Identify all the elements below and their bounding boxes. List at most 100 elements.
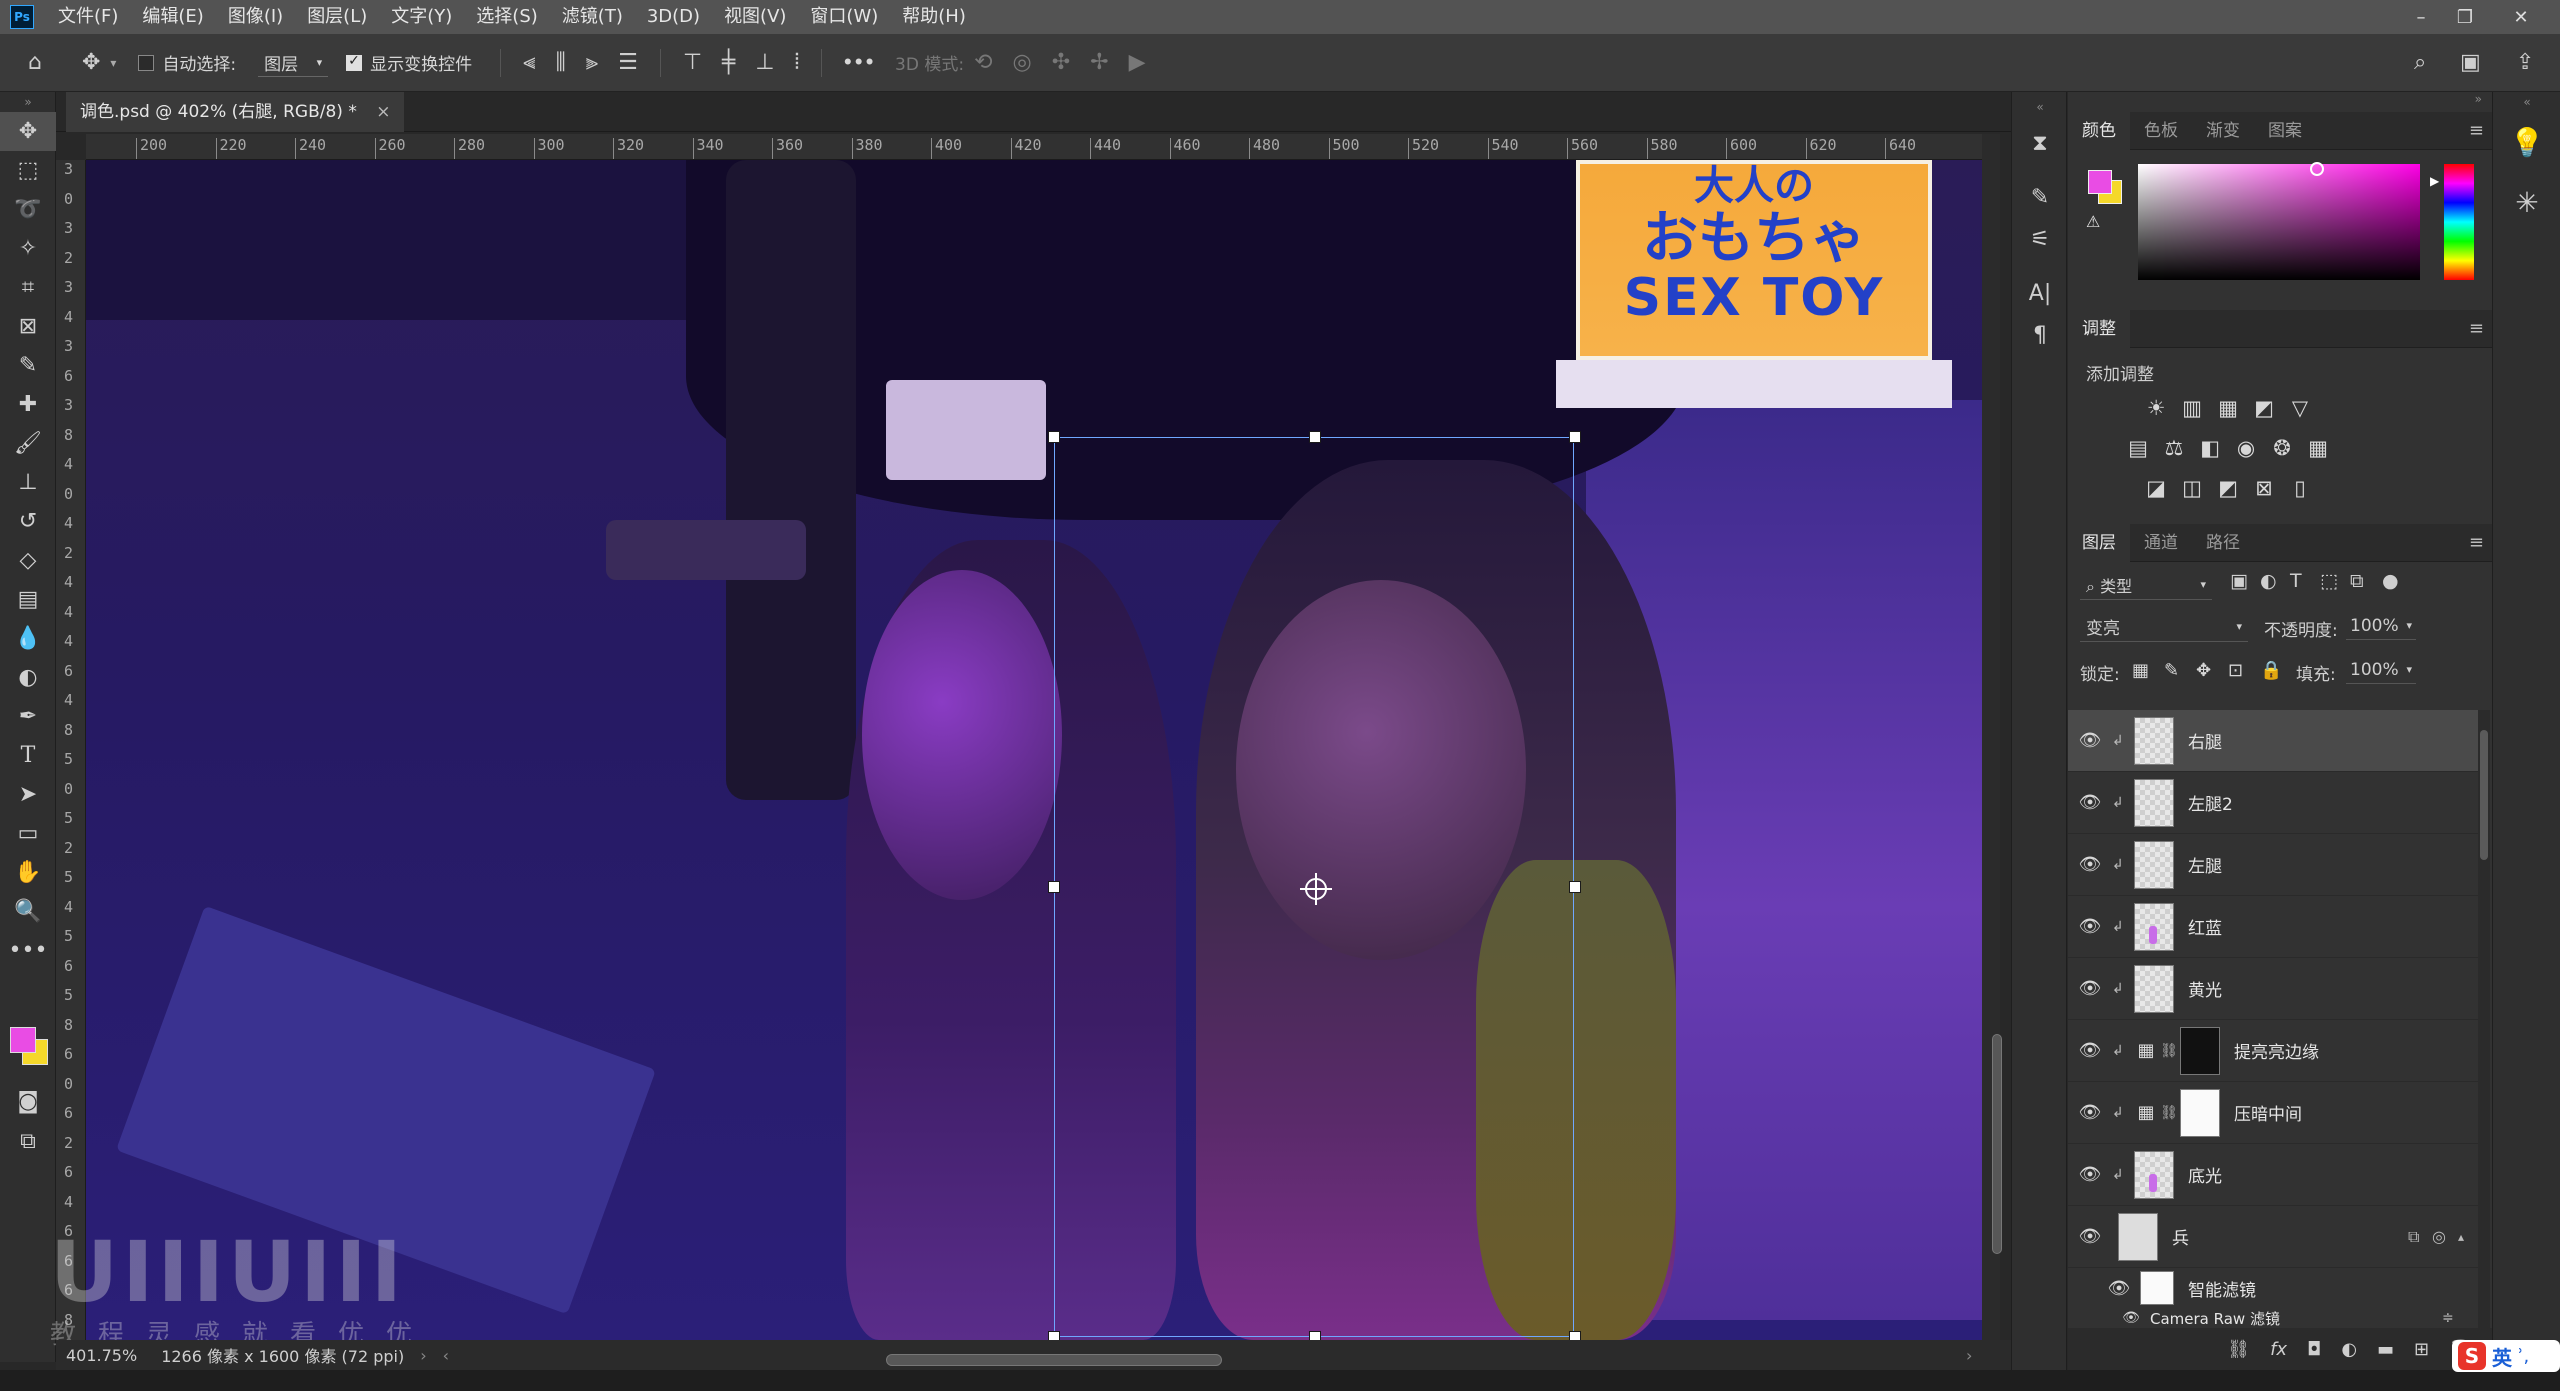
- stamp-tool-icon[interactable]: ⊥: [0, 463, 56, 502]
- gamut-warning-icon[interactable]: ⚠: [2086, 212, 2100, 231]
- layer-thumbnail[interactable]: [2134, 1150, 2174, 1199]
- auto-select-checkbox[interactable]: [138, 54, 155, 71]
- eye-icon[interactable]: 👁: [2104, 1278, 2134, 1299]
- filter-toggle-icon[interactable]: ●: [2382, 570, 2399, 592]
- black-white-icon[interactable]: ◧: [2192, 430, 2228, 466]
- move-tool-icon[interactable]: ✥: [0, 112, 56, 151]
- menu-image[interactable]: 图像(I): [216, 0, 295, 34]
- home-icon[interactable]: ⌂: [18, 50, 52, 75]
- menu-window[interactable]: 窗口(W): [798, 0, 890, 34]
- crop-tool-icon[interactable]: ⌗: [0, 268, 56, 307]
- lock-artboard-icon[interactable]: ⊡: [2228, 660, 2243, 681]
- 3d-orbit-icon[interactable]: ⟲: [964, 50, 1002, 75]
- smart-object-thumbnail[interactable]: [2118, 1212, 2158, 1261]
- color-lookup-icon[interactable]: ▦: [2300, 430, 2336, 466]
- share-icon[interactable]: ⇪: [2506, 50, 2544, 75]
- chain-link-icon[interactable]: ⛓: [2160, 1105, 2178, 1121]
- gradient-tool-icon[interactable]: ▤: [0, 580, 56, 619]
- panel-menu-icon[interactable]: ≡: [2469, 532, 2484, 553]
- layer-mask-thumbnail[interactable]: [2180, 1088, 2220, 1137]
- threshold-icon[interactable]: ◩: [2210, 470, 2246, 506]
- distribute-h-icon[interactable]: ☰: [608, 50, 648, 75]
- eye-icon[interactable]: 👁: [2068, 1226, 2112, 1247]
- curves-icon[interactable]: ▦: [2132, 1099, 2160, 1127]
- more-options-icon[interactable]: •••: [842, 53, 875, 73]
- lock-position-icon[interactable]: ✥: [2196, 660, 2211, 681]
- new-adjustment-layer-icon[interactable]: ◐: [2341, 1339, 2357, 1360]
- align-left-icon[interactable]: ⫷: [513, 50, 545, 75]
- new-layer-icon[interactable]: ⊞: [2414, 1339, 2429, 1360]
- magic-wand-tool-icon[interactable]: ✧: [0, 229, 56, 268]
- lock-all-icon[interactable]: 🔒: [2260, 660, 2282, 681]
- eye-icon[interactable]: 👁: [2068, 854, 2112, 875]
- eye-icon[interactable]: 👁: [2068, 978, 2112, 999]
- curves-icon[interactable]: ▦: [2210, 390, 2246, 426]
- vertical-ruler[interactable]: 3032343638404244464850525456586062646668: [56, 160, 86, 1340]
- fx-icon[interactable]: fx: [2270, 1339, 2287, 1360]
- transform-pivot-icon[interactable]: [1298, 871, 1334, 907]
- photo-filter-icon[interactable]: ◉: [2228, 430, 2264, 466]
- hue-slider[interactable]: [2444, 164, 2474, 280]
- tab-adjustments[interactable]: 调整: [2068, 309, 2130, 348]
- collapse-icon[interactable]: »: [2068, 92, 2492, 112]
- layer-row[interactable]: 👁 ↲ 红蓝: [2068, 896, 2478, 958]
- layer-name[interactable]: 左腿2: [2188, 790, 2233, 815]
- horizontal-scrollbar[interactable]: [420, 1352, 1980, 1368]
- align-vcenter-icon[interactable]: ╪: [712, 50, 745, 75]
- layer-row[interactable]: 👁 ↲ 黄光: [2068, 958, 2478, 1020]
- eyedropper-tool-icon[interactable]: ✎: [0, 346, 56, 385]
- close-icon[interactable]: ×: [376, 102, 390, 122]
- chevron-up-icon[interactable]: ▴: [2458, 1230, 2464, 1244]
- layer-thumbnail[interactable]: [2134, 778, 2174, 827]
- filter-type-icon[interactable]: T: [2290, 570, 2302, 592]
- vertical-scrollbar[interactable]: [1982, 134, 2002, 1340]
- layer-name[interactable]: 智能滤镜: [2188, 1276, 2256, 1301]
- chain-link-icon[interactable]: ⛓: [2160, 1043, 2178, 1059]
- libraries-panel-icon[interactable]: ✳: [2493, 172, 2560, 232]
- layer-name[interactable]: 提亮亮边缘: [2234, 1038, 2319, 1063]
- posterize-icon[interactable]: ◫: [2174, 470, 2210, 506]
- frame-tool-icon[interactable]: ⊠: [0, 307, 56, 346]
- collapse-icon[interactable]: «: [2493, 92, 2560, 112]
- tab-swatches[interactable]: 色板: [2130, 112, 2192, 150]
- filter-adjustment-icon[interactable]: ◐: [2260, 570, 2277, 592]
- color-picker-ring[interactable]: [2310, 162, 2324, 176]
- channel-mixer-icon[interactable]: ❂: [2264, 430, 2300, 466]
- horizontal-ruler[interactable]: 200 220 240 260 280 300 320 340 360 380 400 420 440 4…: [86, 134, 1982, 160]
- scrollbar-thumb[interactable]: [1992, 1034, 2002, 1254]
- search-icon[interactable]: ⌕: [2404, 50, 2436, 75]
- transform-handle-top-right[interactable]: [1569, 431, 1581, 443]
- curves-icon[interactable]: ▦: [2132, 1037, 2160, 1065]
- ime-language[interactable]: 英: [2492, 1342, 2512, 1371]
- gradient-map-icon[interactable]: ▯: [2282, 470, 2318, 506]
- document-tab[interactable]: 调色.psd @ 402% (右腿, RGB/8) * ×: [66, 92, 405, 132]
- ime-punctuation[interactable]: ʾ,: [2518, 1346, 2529, 1367]
- foreground-color-swatch[interactable]: [10, 1027, 36, 1053]
- menu-select[interactable]: 选择(S): [464, 0, 549, 34]
- 3d-pan-icon[interactable]: ✣: [1042, 50, 1080, 75]
- lock-transparent-icon[interactable]: ▦: [2132, 660, 2149, 681]
- layers-scrollbar[interactable]: [2478, 710, 2490, 1328]
- layer-name[interactable]: 兵: [2172, 1224, 2189, 1249]
- learn-panel-icon[interactable]: 💡: [2493, 112, 2560, 172]
- workspace-icon[interactable]: ▣: [2450, 50, 2491, 75]
- rectangle-tool-icon[interactable]: ▭: [0, 814, 56, 853]
- new-group-icon[interactable]: ▬: [2377, 1339, 2394, 1360]
- layer-name[interactable]: 左腿: [2188, 852, 2222, 877]
- menu-3d[interactable]: 3D(D): [635, 0, 712, 34]
- menu-layer[interactable]: 图层(L): [295, 0, 379, 34]
- layer-row[interactable]: 👁 ↲ ▦ ⛓ 提亮亮边缘: [2068, 1020, 2478, 1082]
- layer-thumbnail[interactable]: [2134, 902, 2174, 951]
- hand-tool-icon[interactable]: ✋: [0, 853, 56, 892]
- blend-mode-select[interactable]: 变亮 ▾: [2080, 612, 2248, 642]
- color-field[interactable]: [2138, 164, 2420, 280]
- history-panel-icon[interactable]: ⧗: [2012, 122, 2068, 164]
- layer-mask-thumbnail[interactable]: [2180, 1026, 2220, 1075]
- panel-menu-icon[interactable]: ≡: [2469, 120, 2484, 141]
- add-mask-icon[interactable]: ◘: [2307, 1339, 2321, 1360]
- transform-handle-top[interactable]: [1309, 431, 1321, 443]
- layer-thumbnail[interactable]: [2134, 964, 2174, 1013]
- eye-icon[interactable]: 👁: [2068, 916, 2112, 937]
- lock-pixels-icon[interactable]: ✎: [2164, 660, 2179, 681]
- align-top-icon[interactable]: ⊤: [673, 50, 712, 75]
